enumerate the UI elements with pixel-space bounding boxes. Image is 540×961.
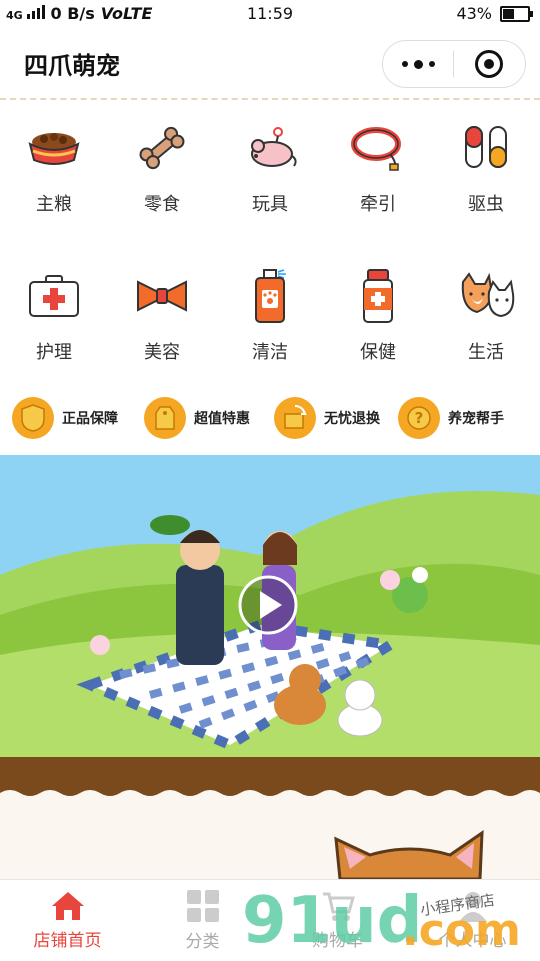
mini-program-header: 四爪萌宠 [0,28,540,98]
category-label: 清洁 [252,342,288,363]
category-label: 美容 [144,342,180,363]
category-item[interactable]: 美容 [108,268,216,364]
battery-icon [500,5,533,22]
target-icon [475,50,503,78]
category-item[interactable]: 护理 [0,268,108,364]
service-features: 正品保障 超值特惠 无忧退换 ? 养宠帮手 [0,393,540,443]
status-bar: 4G 0 B/s VoLTE 11:59 43% [0,0,540,28]
video-banner[interactable] [0,455,540,787]
category-item[interactable]: 牵引 [324,120,432,216]
category-label: 玩具 [252,194,288,215]
more-dot-icon [413,59,423,69]
first-aid-kit-icon [24,268,84,324]
category-label: 牵引 [360,194,396,215]
feature-item[interactable]: 超值特惠 [144,397,250,439]
svg-text:?: ? [415,409,424,427]
page-title: 四爪萌宠 [24,52,120,80]
more-dot-icon [401,61,408,67]
feature-label: 养宠帮手 [448,411,504,427]
category-item[interactable]: 驱虫 [432,120,540,216]
category-item[interactable]: 生活 [432,268,540,364]
tab-cart[interactable]: 购物车 [270,880,405,961]
category-label: 生活 [468,342,504,363]
spray-bottle-icon [240,268,300,324]
shield-icon [12,397,54,439]
feature-item[interactable]: 无忧退换 [274,397,380,439]
category-item[interactable]: 保健 [324,268,432,364]
category-item[interactable]: 清洁 [216,268,324,364]
tab-bar: 店铺首页 分类 购物车 个人中心 [0,879,540,961]
home-icon [51,892,84,920]
pet-food-bowl-icon [24,120,84,176]
capsule-icon [456,120,516,176]
cat-dog-icon [456,268,516,324]
category-label: 保健 [360,342,396,363]
medicine-bottle-icon [348,268,408,324]
bow-tie-icon [132,268,192,324]
tab-category[interactable]: 分类 [135,880,270,961]
category-grid: 主粮 零食 玩具 牵引 驱虫 护理 美容 清洁 保健 生活 [0,120,540,364]
category-item[interactable]: 零食 [108,120,216,216]
toy-mouse-icon [240,120,300,176]
header-divider [0,98,540,104]
battery-percent: 43% [456,4,492,23]
category-label: 主粮 [36,194,72,215]
feature-label: 无忧退换 [324,411,380,427]
category-item[interactable]: 主粮 [0,120,108,216]
leash-icon [348,120,408,176]
feature-item[interactable]: 正品保障 [12,397,118,439]
tab-label: 个人中心 [438,931,507,951]
feature-label: 超值特惠 [194,411,250,427]
category-label: 零食 [144,194,180,215]
bone-icon [132,120,192,176]
tab-label: 店铺首页 [33,931,102,951]
feature-label: 正品保障 [62,411,118,427]
dog-face-icon [334,830,484,879]
tab-home[interactable]: 店铺首页 [0,880,135,961]
tab-label: 分类 [185,932,220,952]
user-icon [458,892,487,922]
promo-section [0,787,540,879]
close-mini-program-button[interactable] [454,50,524,78]
tab-profile[interactable]: 个人中心 [405,880,540,961]
grid-icon [186,890,219,922]
play-button[interactable] [240,577,296,633]
help-icon: ? [398,397,440,439]
category-label: 护理 [36,342,72,363]
cart-icon [322,892,355,921]
capsule-menu [382,40,526,88]
feature-item[interactable]: ? 养宠帮手 [398,397,504,439]
price-tag-icon [144,397,186,439]
more-button[interactable] [383,59,453,69]
tab-label: 购物车 [312,931,363,951]
status-right: 43% [456,4,533,23]
more-dot-icon [428,61,435,67]
category-item[interactable]: 玩具 [216,120,324,216]
category-label: 驱虫 [468,194,504,215]
return-box-icon [274,397,316,439]
